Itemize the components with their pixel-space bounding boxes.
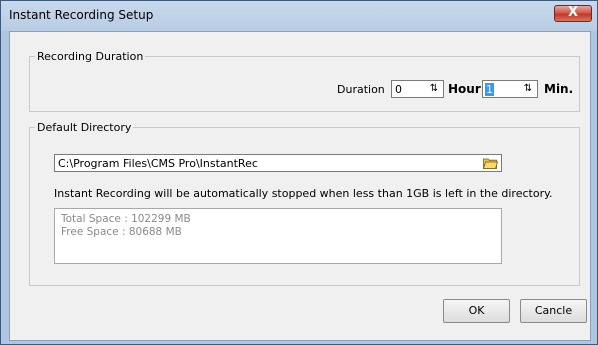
recording-duration-legend: Recording Duration (35, 50, 146, 63)
min-spinbox[interactable]: 1 ⇅ (482, 80, 538, 98)
min-spin-arrows-icon[interactable]: ⇅ (520, 82, 536, 96)
folder-open-icon[interactable] (483, 157, 498, 169)
directory-path-value: C:\Program Files\CMS Pro\InstantRec (58, 157, 258, 170)
min-value: 1 (485, 83, 494, 96)
close-button[interactable]: X (554, 5, 592, 22)
default-directory-legend: Default Directory (35, 121, 134, 134)
hour-spin-arrows-icon[interactable]: ⇅ (426, 82, 442, 96)
title-bar[interactable]: Instant Recording Setup X (1, 1, 597, 31)
hour-spinbox[interactable]: 0 ⇅ (391, 80, 444, 98)
hour-value: 0 (395, 83, 402, 96)
close-icon: X (567, 5, 579, 20)
dialog-window: Instant Recording Setup X Recording Dura… (0, 0, 598, 345)
min-label: Min. (544, 82, 574, 96)
total-space-text: Total Space : 102299 MB (61, 213, 191, 225)
dialog-client-area: Recording Duration Duration 0 ⇅ Hour 1 ⇅… (9, 31, 591, 341)
cancel-button[interactable]: Cancle (520, 299, 587, 323)
hour-label: Hour (448, 82, 481, 96)
free-space-text: Free Space : 80688 MB (61, 226, 182, 238)
directory-path-field[interactable]: C:\Program Files\CMS Pro\InstantRec (54, 154, 502, 172)
auto-stop-note: Instant Recording will be automatically … (54, 187, 553, 200)
window-title: Instant Recording Setup (9, 8, 154, 22)
duration-label: Duration (337, 83, 385, 96)
disk-space-info-box: Total Space : 102299 MB Free Space : 806… (54, 208, 502, 264)
ok-button[interactable]: OK (443, 299, 510, 323)
